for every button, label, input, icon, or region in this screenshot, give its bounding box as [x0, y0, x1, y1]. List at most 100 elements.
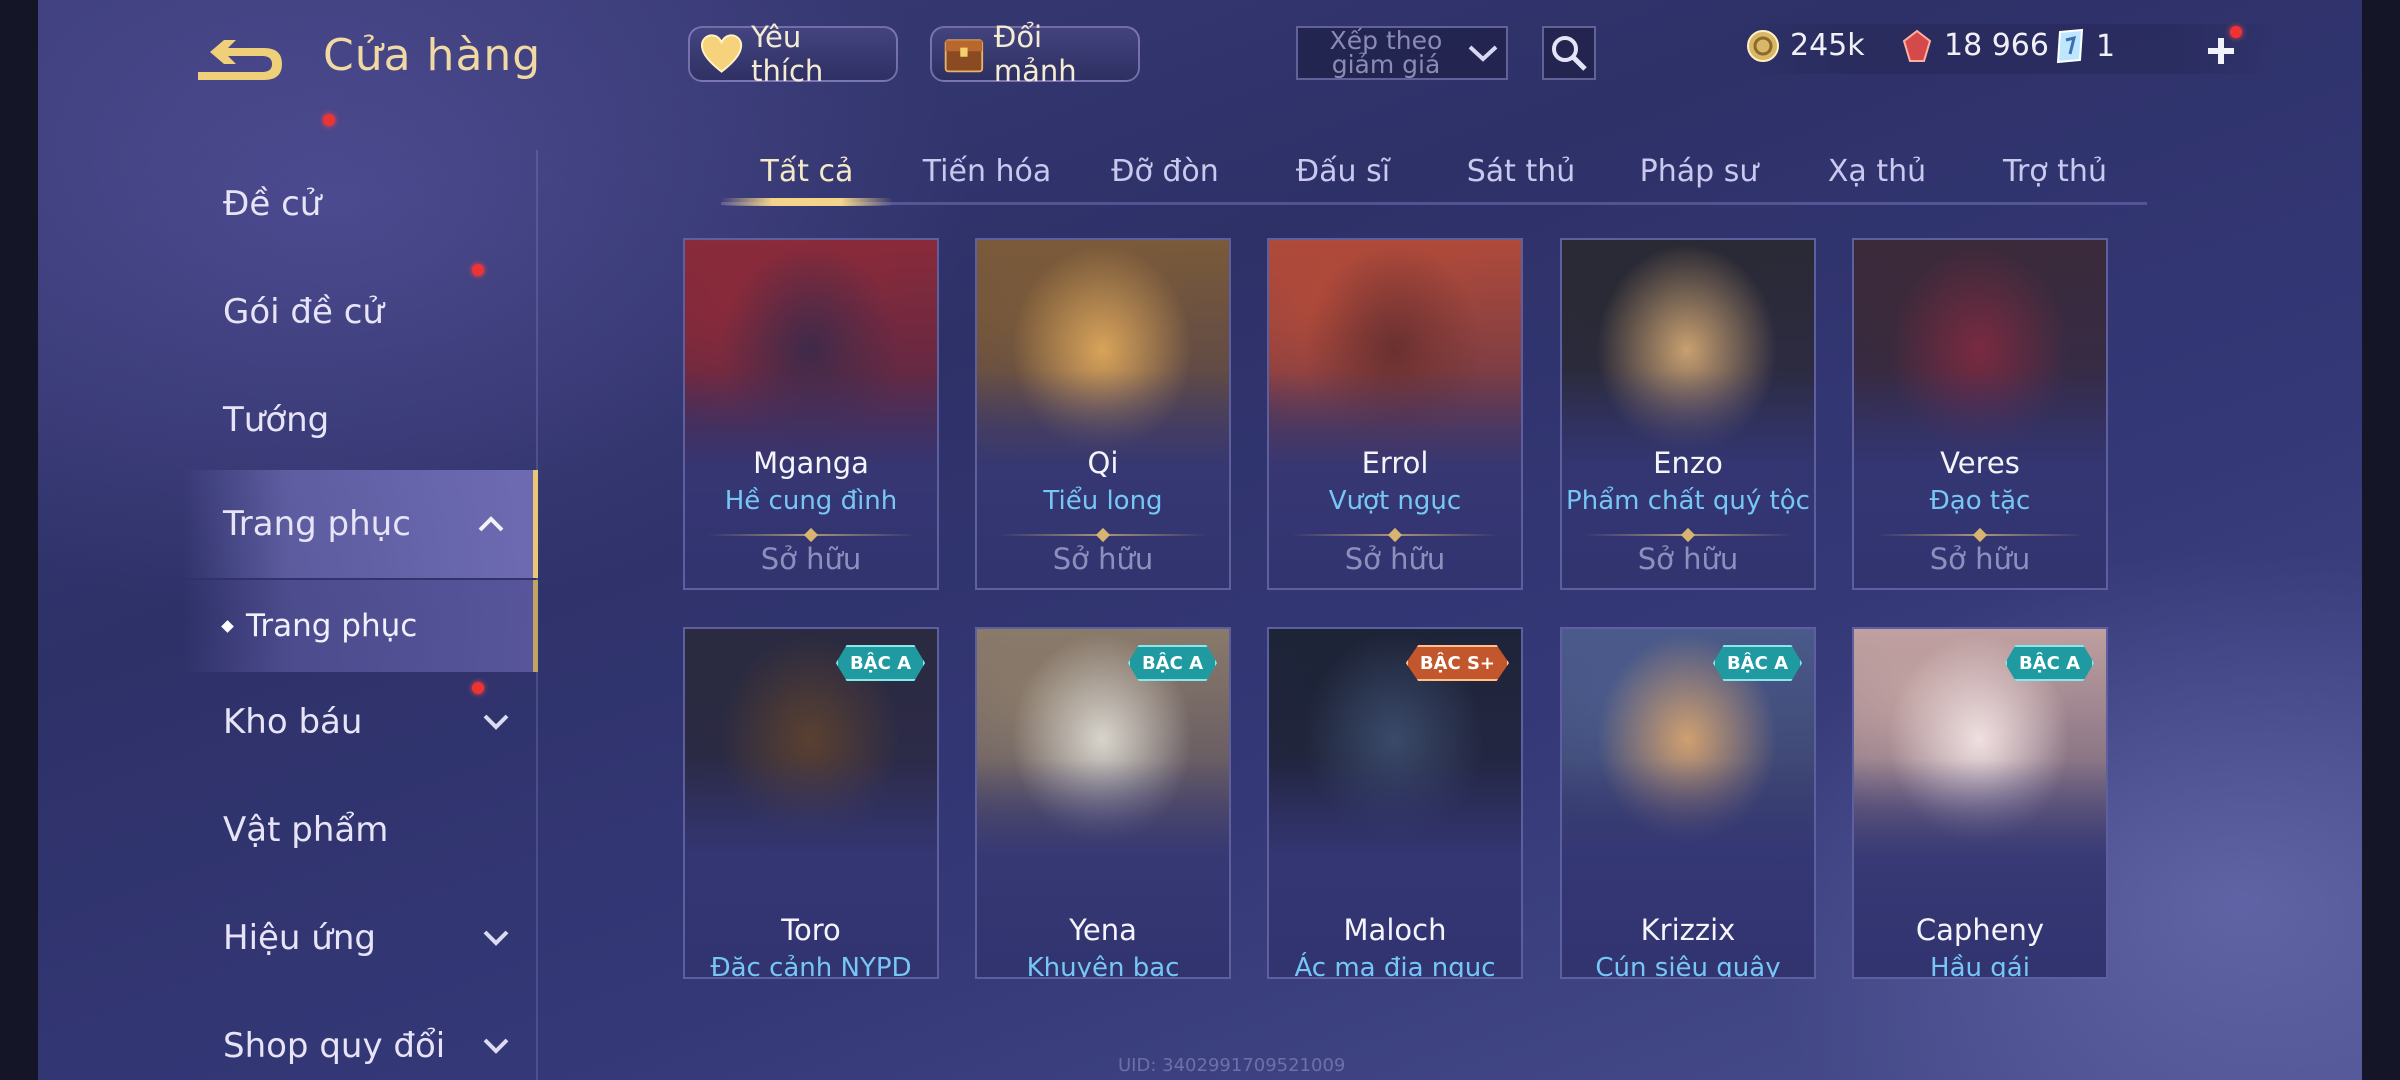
skin-card[interactable]: BẬC ACaphenyHầu gáiSở hữu [1852, 627, 2108, 979]
back-arrow-icon [198, 40, 282, 80]
sort-dropdown[interactable]: Xếp theo giảm giá [1296, 26, 1508, 80]
skin-card[interactable]: Qi Tiểu long Sở hữu [975, 238, 1231, 590]
category-tabs: Tất cả Tiến hóa Đỡ đòn Đấu sĩ Sát thủ Ph… [721, 140, 2147, 206]
top-up-button[interactable] [2196, 26, 2246, 76]
owned-status: Sở hữu [760, 542, 862, 576]
sidebar-item-label: Kho báu [223, 702, 363, 742]
heart-icon [700, 34, 743, 73]
skin-name: Hầu gái [1930, 953, 2030, 979]
sidebar-item-label: Tướng [223, 400, 330, 440]
tab-marksman[interactable]: Xạ thủ [1791, 140, 1963, 202]
sidebar-item-skins[interactable]: Trang phục [183, 470, 538, 578]
ticket-icon [2056, 28, 2084, 64]
user-id: UID: 3402991709521009 [1118, 1055, 1346, 1076]
gold-currency: 245k [1746, 28, 1865, 63]
back-button[interactable] [188, 30, 288, 90]
sidebar-item-heroes[interactable]: Tướng [183, 366, 538, 474]
skin-name: Đặc cảnh NYPD [710, 953, 912, 979]
hero-name: Yena [1069, 913, 1137, 947]
sidebar-item-treasure[interactable]: Kho báu [183, 668, 538, 776]
skin-card[interactable]: BẬC S+MalochÁc ma địa ngụcSở hữu [1267, 627, 1523, 979]
voucher-currency: 18 966 [1900, 28, 2049, 63]
skin-card[interactable]: Enzo Phẩm chất quý tộc Sở hữu [1560, 238, 1816, 590]
owned-status: Sở hữu [1637, 542, 1739, 576]
screen-edge-right [2362, 0, 2400, 1080]
sidebar-item-exchange-shop[interactable]: Shop quy đổi [183, 992, 538, 1080]
ticket-amount: 1 [2096, 28, 2116, 64]
skin-name: Cún siêu quậy [1595, 953, 1781, 979]
gold-coin-icon [1747, 29, 1779, 62]
treasure-notification-dot [472, 682, 484, 694]
sidebar-item-label: Shop quy đổi [223, 1026, 446, 1066]
search-button[interactable] [1542, 26, 1596, 80]
skin-name: Tiểu long [1043, 486, 1163, 516]
chest-icon [944, 39, 984, 73]
rank-badge: BẬC S+ [1405, 645, 1509, 681]
sidebar-item-label: Trang phục [223, 504, 411, 544]
sidebar-subitem-label: Trang phục [246, 608, 418, 644]
chevron-down-icon [483, 1038, 509, 1054]
rank-badge: BẬC A [2004, 645, 2094, 681]
gold-amount: 245k [1790, 28, 1865, 63]
sort-dropdown-value: Xếp theo giảm giá [1329, 26, 1443, 79]
hero-name: Errol [1361, 446, 1429, 480]
sidebar-item-label: Vật phẩm [223, 810, 389, 850]
search-icon [1552, 36, 1587, 71]
owned-status: Sở hữu [1344, 542, 1446, 576]
chevron-down-icon [483, 714, 509, 730]
tab-mage[interactable]: Pháp sư [1613, 140, 1785, 202]
fragment-exchange-button[interactable]: Đổi mảnh [930, 20, 1140, 88]
tab-fighter[interactable]: Đấu sĩ [1257, 140, 1429, 202]
sidebar-item-label: Gói đề cử [223, 292, 384, 332]
sidebar-item-recommended-packs[interactable]: Gói đề cử [183, 114, 538, 366]
favorites-label: Yêu thích [751, 20, 824, 88]
notification-dot [2230, 26, 2242, 38]
hero-name: Veres [1940, 446, 2020, 480]
red-gem-icon [1902, 29, 1932, 62]
skin-card[interactable]: BẬC AToroĐặc cảnh NYPDSở hữu [683, 627, 939, 979]
tab-tank[interactable]: Đỡ đòn [1079, 140, 1251, 202]
favorites-button[interactable]: Yêu thích [688, 20, 898, 88]
shop-screen: Cửa hàng Yêu thích Đổi mảnh Xếp theo giả… [38, 0, 2362, 1080]
sidebar-item-label: Hiệu ứng [223, 918, 376, 958]
bullet-icon [221, 619, 234, 633]
sidebar-item-effects[interactable]: Hiệu ứng [183, 884, 538, 992]
screen-edge-left [0, 0, 38, 1080]
chevron-down-icon [1468, 45, 1498, 62]
skin-card[interactable]: Errol Vượt ngục Sở hữu [1267, 238, 1523, 590]
owned-status: Sở hữu [1052, 542, 1154, 576]
skin-name: Phẩm chất quý tộc [1566, 486, 1810, 516]
rank-badge: BẬC A [835, 645, 925, 681]
skin-card[interactable]: Veres Đạo tặc Sở hữu [1852, 238, 2108, 590]
voucher-amount: 18 966 [1944, 28, 2049, 63]
hero-name: Capheny [1915, 913, 2045, 947]
owned-status: Sở hữu [1929, 542, 2031, 576]
chevron-up-icon [478, 516, 504, 532]
tab-support[interactable]: Trợ thủ [1969, 140, 2141, 202]
chevron-down-icon [483, 930, 509, 946]
skin-name: Đạo tặc [1929, 486, 2031, 516]
skin-card[interactable]: BẬC AYenaKhuyên bạcSở hữu [975, 627, 1231, 979]
skin-card[interactable]: Mganga Hề cung đình Sở hữu [683, 238, 939, 590]
sidebar-item-label: Đề cử [223, 184, 322, 224]
hero-name: Maloch [1343, 913, 1447, 947]
rank-badge: BẬC A [1127, 645, 1217, 681]
fragment-exchange-label: Đổi mảnh [993, 20, 1077, 88]
hero-name: Qi [1087, 446, 1119, 480]
hero-name: Krizzix [1640, 913, 1736, 947]
skin-name: Ác ma địa ngục [1294, 953, 1496, 979]
rank-badge: BẬC A [1712, 645, 1802, 681]
skin-card[interactable]: BẬC AKrizzixCún siêu quậySở hữu [1560, 627, 1816, 979]
sidebar-item-items[interactable]: Vật phẩm [183, 776, 538, 884]
skin-name: Khuyên bạc [1026, 953, 1180, 979]
tab-all[interactable]: Tất cả [721, 140, 893, 202]
ticket-currency: 1 [2054, 28, 2115, 64]
hero-name: Enzo [1653, 446, 1723, 480]
sidebar-item-recommended[interactable]: Đề cử [183, 150, 538, 258]
tab-evolution[interactable]: Tiến hóa [901, 140, 1073, 202]
sidebar-subitem-skins[interactable]: Trang phục [183, 580, 538, 672]
page-title: Cửa hàng [323, 30, 542, 81]
tab-assassin[interactable]: Sát thủ [1435, 140, 1607, 202]
hero-name: Mganga [753, 446, 869, 480]
skin-name: Vượt ngục [1328, 486, 1462, 516]
